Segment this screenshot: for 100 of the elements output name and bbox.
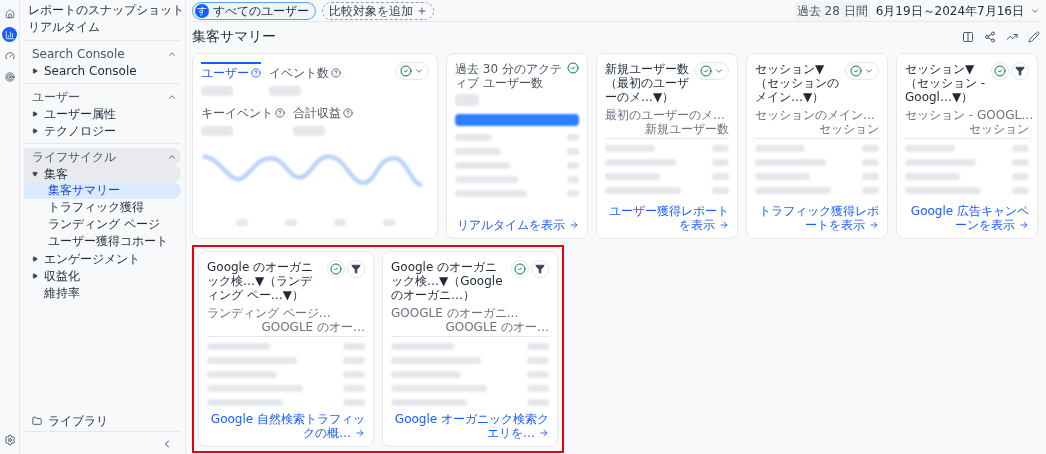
sidebar-item[interactable]: 維持率 bbox=[24, 284, 181, 301]
check-icon bbox=[700, 65, 712, 77]
sidebar-section-header[interactable]: ライフサイクル bbox=[24, 148, 181, 165]
sidebar-subitem[interactable]: ユーザー獲得コホート bbox=[24, 233, 181, 250]
metric-tab[interactable]: 合計収益 bbox=[293, 102, 353, 138]
redacted-text bbox=[605, 159, 676, 166]
redacted-text bbox=[755, 159, 826, 166]
redacted-text bbox=[342, 343, 365, 350]
redacted-text bbox=[201, 126, 233, 136]
redacted-text bbox=[1011, 159, 1029, 166]
redacted-text bbox=[526, 357, 549, 364]
metric-tab[interactable]: キーイベント bbox=[201, 102, 285, 138]
edit-icon[interactable] bbox=[1028, 30, 1040, 43]
nav-rail-button[interactable] bbox=[2, 27, 17, 42]
redacted-text bbox=[711, 159, 729, 166]
redacted-text bbox=[293, 126, 325, 136]
card-title[interactable]: Google のオーガニック検…▼（ランディング ペー…▼） bbox=[207, 260, 323, 302]
redacted-text bbox=[455, 134, 493, 141]
redacted-text bbox=[605, 173, 660, 180]
redacted-text bbox=[342, 399, 365, 406]
check-icon bbox=[514, 263, 526, 275]
report-link[interactable]: Google 広告キャンペーンを表示 bbox=[905, 204, 1029, 232]
date-preset-label: 過去 28 日間 bbox=[794, 1, 870, 20]
redacted-text bbox=[235, 219, 248, 226]
redacted-text bbox=[526, 385, 549, 392]
redacted-text bbox=[269, 86, 301, 96]
caret-icon bbox=[32, 67, 38, 74]
page-title: 集客サマリー bbox=[192, 27, 276, 46]
share-icon[interactable] bbox=[984, 30, 996, 43]
realtime-link[interactable]: リアルタイムを表示 bbox=[455, 218, 579, 232]
metric-tab[interactable]: ユーザー bbox=[201, 62, 261, 98]
redacted-text bbox=[1011, 187, 1029, 194]
sidebar-item[interactable]: テクノロジー bbox=[24, 122, 181, 139]
redacted-text bbox=[526, 371, 549, 378]
redacted-text bbox=[391, 371, 461, 378]
folder-icon bbox=[32, 416, 42, 426]
redacted-text bbox=[905, 145, 955, 152]
sidebar-item[interactable]: レポートのスナップショット bbox=[24, 2, 181, 19]
column-header: GOOGLE のオーガニ… bbox=[391, 306, 519, 320]
arrow-right-icon bbox=[869, 220, 879, 230]
redacted-text bbox=[905, 159, 976, 166]
sidebar-subitem[interactable]: ランディング ページ bbox=[24, 216, 181, 233]
segment-avatar: す bbox=[195, 3, 209, 18]
segment-label: すべてのユーザー bbox=[213, 2, 309, 20]
column-header: GOOGLE のオー… bbox=[261, 320, 365, 334]
sidebar-item[interactable]: 集客 bbox=[24, 165, 181, 182]
date-range-picker[interactable]: 6月19日～2024年7月16日 bbox=[875, 1, 1024, 20]
sidebar-subitem[interactable]: 集客サマリー bbox=[24, 182, 181, 199]
card-title[interactable]: セッション▼（セッションのメイン…▼） bbox=[755, 62, 841, 104]
redacted-text bbox=[455, 162, 510, 169]
report-link[interactable]: トラフィック獲得レポートを表示 bbox=[755, 204, 879, 232]
settings-icon[interactable] bbox=[3, 434, 16, 446]
check-icon bbox=[330, 263, 342, 275]
bar-chart-icon bbox=[4, 29, 15, 40]
redacted-text bbox=[755, 173, 810, 180]
caret-icon bbox=[32, 127, 38, 134]
card-title[interactable]: 新規ユーザー数（最初のユーザーのメ…▼） bbox=[605, 62, 691, 104]
sidebar-item[interactable]: エンゲージメント bbox=[24, 250, 181, 267]
sidebar-item[interactable]: 収益化 bbox=[24, 267, 181, 284]
redacted-text bbox=[207, 343, 271, 350]
column-header: セッション bbox=[819, 122, 879, 136]
redacted-text bbox=[711, 173, 729, 180]
report-link[interactable]: Google オーガニック検索クエリを… bbox=[391, 412, 549, 440]
sidebar-item[interactable]: ユーザー属性 bbox=[24, 105, 181, 122]
redacted-text bbox=[526, 399, 549, 406]
sidebar-item[interactable]: リアルタイム bbox=[24, 19, 181, 36]
sidebar-section-header[interactable]: ユーザー bbox=[24, 88, 181, 105]
card-title[interactable]: セッション▼（セッション - Googl…▼） bbox=[905, 62, 987, 104]
redacted-text bbox=[455, 190, 527, 197]
help-icon bbox=[275, 108, 285, 118]
check-icon bbox=[994, 65, 1006, 77]
compare-icon[interactable] bbox=[962, 30, 974, 43]
sidebar-section-header[interactable]: Search Console bbox=[24, 45, 181, 62]
arrow-right-icon bbox=[1019, 220, 1029, 230]
redacted-text bbox=[861, 145, 879, 152]
report-link[interactable]: Google 自然検索トラフィックの概… bbox=[207, 412, 365, 440]
check-icon bbox=[400, 65, 412, 77]
redacted-text bbox=[207, 371, 277, 378]
card-title: 過去 30 分のアクティブ ユーザー数 bbox=[455, 62, 563, 90]
redacted-text bbox=[566, 148, 579, 155]
library-link[interactable]: ライブラリ bbox=[48, 412, 108, 430]
metric-tab[interactable]: イベント数 bbox=[269, 62, 341, 98]
nav-rail-button[interactable] bbox=[2, 69, 17, 84]
segment-chip[interactable]: す すべてのユーザー bbox=[192, 1, 316, 20]
check-icon[interactable] bbox=[567, 62, 579, 74]
column-header: セッションのメイン… bbox=[755, 108, 875, 122]
filter-icon bbox=[535, 264, 545, 274]
sidebar-item[interactable]: Search Console bbox=[24, 62, 181, 79]
sidebar-subitem[interactable]: トラフィック獲得 bbox=[24, 199, 181, 216]
gauge-icon bbox=[4, 50, 15, 61]
help-icon bbox=[343, 108, 353, 118]
report-link[interactable]: ユーザー獲得レポートを表示 bbox=[605, 204, 729, 232]
redacted-text bbox=[711, 187, 729, 194]
redacted-text bbox=[861, 159, 879, 166]
check-icon bbox=[850, 65, 862, 77]
caret-icon bbox=[414, 66, 424, 76]
redacted-text bbox=[1011, 173, 1029, 180]
card-title[interactable]: Google のオーガニック検…▼（Google のオーガニ…） bbox=[391, 260, 507, 302]
redacted-text bbox=[455, 94, 479, 106]
redacted-text bbox=[566, 176, 579, 183]
